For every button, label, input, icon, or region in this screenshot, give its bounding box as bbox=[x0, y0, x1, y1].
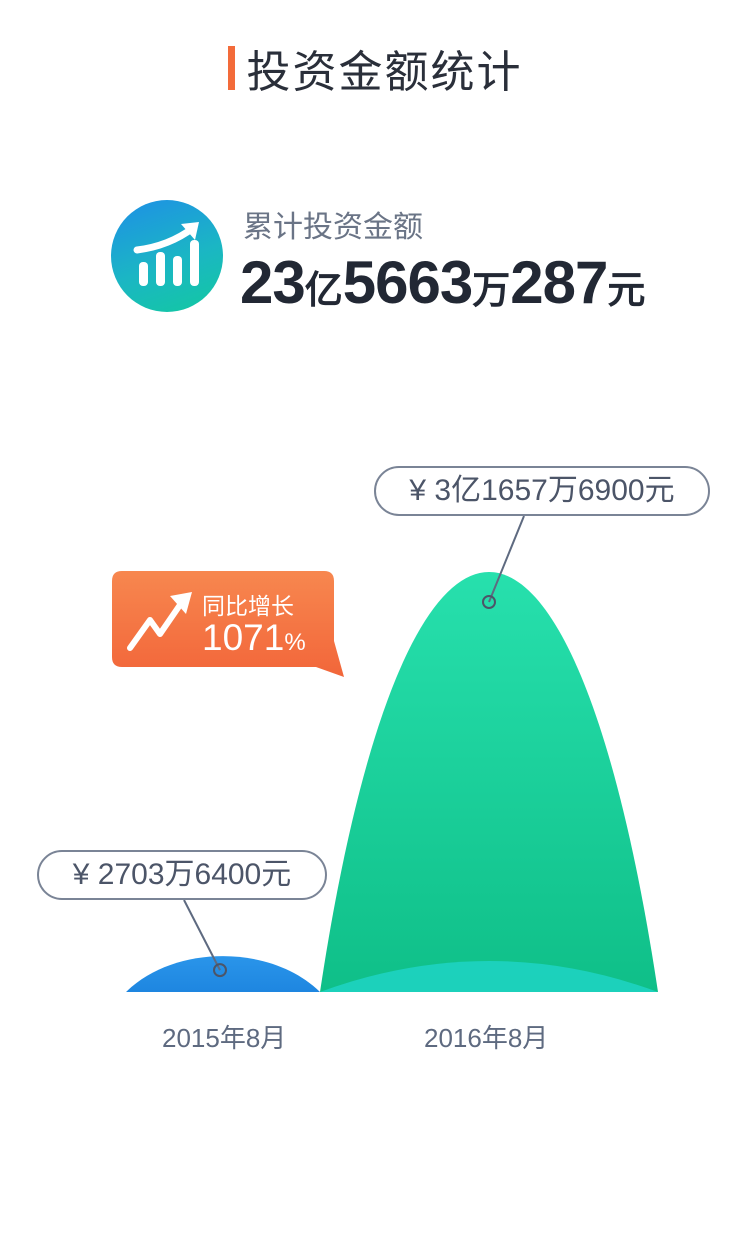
mound-0 bbox=[126, 956, 320, 992]
mound-1 bbox=[320, 572, 658, 992]
value-label-2015: ¥ 2703万6400元 bbox=[37, 850, 327, 900]
value-label-2016: ¥ 3亿1657万6900元 bbox=[374, 466, 710, 516]
x-tick-label-2015: 2015年8月 bbox=[162, 1023, 287, 1053]
growth-label: 同比增长 bbox=[202, 593, 294, 619]
growth-value: 1071% bbox=[202, 617, 306, 659]
x-tick-label-2016: 2016年8月 bbox=[424, 1023, 549, 1053]
growth-number: 1071 bbox=[202, 617, 285, 658]
trend-up-arrow-icon bbox=[127, 592, 192, 651]
growth-unit: % bbox=[284, 629, 306, 656]
